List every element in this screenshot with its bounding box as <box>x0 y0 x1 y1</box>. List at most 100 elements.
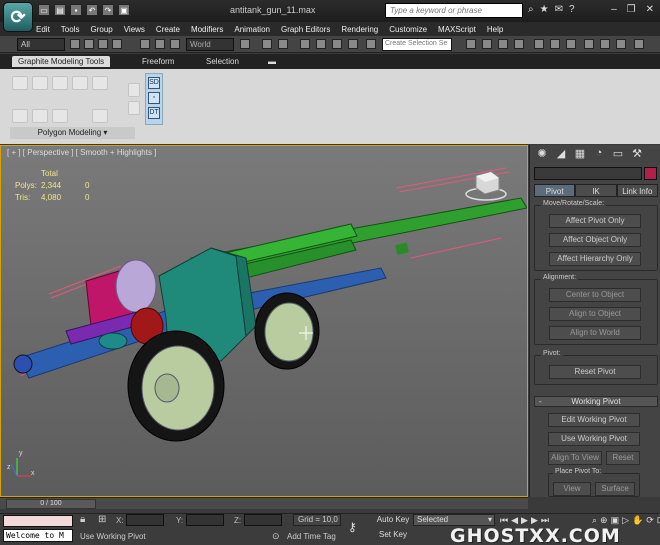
help-icon[interactable]: ? <box>569 4 575 15</box>
hierarchy-tab-icon[interactable]: ▦ <box>572 147 588 161</box>
menu-graph-editors[interactable]: Graph Editors <box>281 25 330 34</box>
set-key-button[interactable]: Set Key <box>375 530 411 541</box>
modify-tab-icon[interactable]: ◢ <box>553 147 569 161</box>
stack-up-icon[interactable] <box>128 83 140 97</box>
maxscript-mini-listener[interactable]: Welcome to M <box>3 529 73 542</box>
center-to-object-button[interactable]: Center to Object <box>549 288 641 302</box>
restore-icon[interactable]: ❐ <box>627 4 636 15</box>
use-working-pivot-button[interactable]: Use Working Pivot <box>548 432 640 446</box>
viewport-label[interactable]: [ + ] [ Perspective ] [ Smooth + Highlig… <box>7 148 156 157</box>
menu-views[interactable]: Views <box>124 25 145 34</box>
align-to-object-button[interactable]: Align to Object <box>549 307 641 321</box>
menu-maxscript[interactable]: MAXScript <box>438 25 476 34</box>
absolute-mode-icon[interactable]: ⊞ <box>98 514 106 525</box>
ref-coord-dropdown[interactable]: World <box>186 38 234 51</box>
menu-modifiers[interactable]: Modifiers <box>191 25 223 34</box>
ribbon-minimize-icon[interactable]: ▬ <box>262 56 282 67</box>
auto-key-button[interactable]: Auto Key <box>375 515 411 526</box>
element-mode-icon[interactable] <box>92 76 108 90</box>
view-button[interactable]: View <box>553 482 591 496</box>
tab-pivot[interactable]: Pivot <box>534 184 576 197</box>
spinner-snap-icon[interactable] <box>348 39 358 49</box>
save-icon[interactable]: ▪ <box>70 4 82 16</box>
pivot-center-icon[interactable] <box>240 39 250 49</box>
toggle-command-mode-icon[interactable]: DT <box>148 107 160 119</box>
polygon-mode-icon[interactable] <box>72 76 88 90</box>
tab-link-info[interactable]: Link Info <box>616 184 658 197</box>
tab-selection[interactable]: Selection <box>200 56 245 67</box>
minimize-icon[interactable]: – <box>611 4 617 15</box>
keyboard-shortcut-icon[interactable] <box>278 39 288 49</box>
create-tab-icon[interactable]: ✺ <box>534 147 550 161</box>
render-iterative-icon[interactable] <box>634 39 644 49</box>
perspective-viewport[interactable]: [ + ] [ Perspective ] [ Smooth + Highlig… <box>0 145 528 497</box>
time-tag-icon[interactable]: ⊙ <box>272 531 280 542</box>
new-file-icon[interactable]: ▭ <box>38 4 50 16</box>
border-mode-icon[interactable] <box>52 76 68 90</box>
select-by-name-icon[interactable] <box>84 39 94 49</box>
edit-working-pivot-button[interactable]: Edit Working Pivot <box>548 413 640 427</box>
select-manipulate-icon[interactable] <box>262 39 272 49</box>
align-to-world-button[interactable]: Align to World <box>549 326 641 340</box>
subscription-icon[interactable]: ★ <box>540 4 549 15</box>
mirror-icon[interactable] <box>466 39 476 49</box>
comm-center-icon[interactable]: ✉ <box>555 4 563 15</box>
angle-snap-icon[interactable] <box>316 39 326 49</box>
layer-manager-icon[interactable] <box>498 39 508 49</box>
undo-icon[interactable]: ↶ <box>86 4 98 16</box>
rect-selection-icon[interactable] <box>98 39 108 49</box>
collapse-stack-icon[interactable] <box>92 109 108 123</box>
rotate-icon[interactable] <box>155 39 165 49</box>
affect-hierarchy-only-button[interactable]: Affect Hierarchy Only <box>549 252 641 266</box>
set-key-icon[interactable]: ⚷ <box>348 520 357 534</box>
fov-icon[interactable]: ▷ <box>622 515 629 526</box>
pan-icon[interactable]: ✋ <box>632 515 643 526</box>
preview-icon[interactable] <box>12 109 28 123</box>
menu-customize[interactable]: Customize <box>389 25 427 34</box>
polygon-modeling-panel-label[interactable]: Polygon Modeling ▾ <box>10 127 135 139</box>
show-cage-icon[interactable] <box>52 109 68 123</box>
named-selection-input[interactable]: Create Selection Se <box>382 38 452 51</box>
use-displacement-icon[interactable]: SD <box>148 77 160 89</box>
app-menu-button[interactable]: ⟳ <box>3 2 33 32</box>
tab-freeform[interactable]: Freeform <box>136 56 180 67</box>
surface-button[interactable]: Surface <box>595 482 635 496</box>
binoculars-icon[interactable]: ⌕ <box>528 4 534 15</box>
rendered-frame-icon[interactable] <box>600 39 610 49</box>
affect-pivot-only-button[interactable]: Affect Pivot Only <box>549 214 641 228</box>
percent-snap-icon[interactable] <box>332 39 342 49</box>
time-slider-thumb[interactable]: 0 / 100 <box>6 499 96 509</box>
move-icon[interactable] <box>140 39 150 49</box>
menu-help[interactable]: Help <box>487 25 503 34</box>
material-editor-icon[interactable] <box>566 39 576 49</box>
select-object-icon[interactable] <box>70 39 80 49</box>
render-production-icon[interactable] <box>616 39 626 49</box>
open-file-icon[interactable]: ▤ <box>54 4 66 16</box>
selection-filter-dropdown[interactable]: All <box>17 38 65 51</box>
menu-create[interactable]: Create <box>156 25 180 34</box>
orbit-icon[interactable]: ⟳ <box>646 515 654 526</box>
render-setup-icon[interactable] <box>584 39 594 49</box>
ignore-backfacing-icon[interactable] <box>32 109 48 123</box>
edit-named-sel-icon[interactable] <box>366 39 376 49</box>
utilities-tab-icon[interactable]: ⚒ <box>629 147 645 161</box>
edge-mode-icon[interactable] <box>32 76 48 90</box>
display-tab-icon[interactable]: ▭ <box>610 147 626 161</box>
affect-object-only-button[interactable]: Affect Object Only <box>549 233 641 247</box>
close-icon[interactable]: ✕ <box>646 4 654 15</box>
reset-working-pivot-button[interactable]: Reset <box>606 451 640 465</box>
working-pivot-rollout-header[interactable]: - Working Pivot <box>534 396 658 407</box>
object-color-swatch[interactable] <box>644 167 657 180</box>
add-time-tag-button[interactable]: Add Time Tag <box>287 532 336 541</box>
search-input[interactable]: Type a keyword or phrase <box>385 3 523 18</box>
redo-icon[interactable]: ↷ <box>102 4 114 16</box>
time-slider[interactable]: 0 / 100 <box>0 497 528 509</box>
vertex-mode-icon[interactable] <box>12 76 28 90</box>
stack-down-icon[interactable] <box>128 101 140 115</box>
object-name-field[interactable] <box>534 167 642 180</box>
menu-animation[interactable]: Animation <box>234 25 270 34</box>
menu-edit[interactable]: Edit <box>36 25 50 34</box>
motion-tab-icon[interactable]: ◔ <box>591 147 607 161</box>
y-coordinate-field[interactable] <box>186 514 224 526</box>
selection-lock-icon[interactable]: 🔒︎ <box>80 514 85 525</box>
